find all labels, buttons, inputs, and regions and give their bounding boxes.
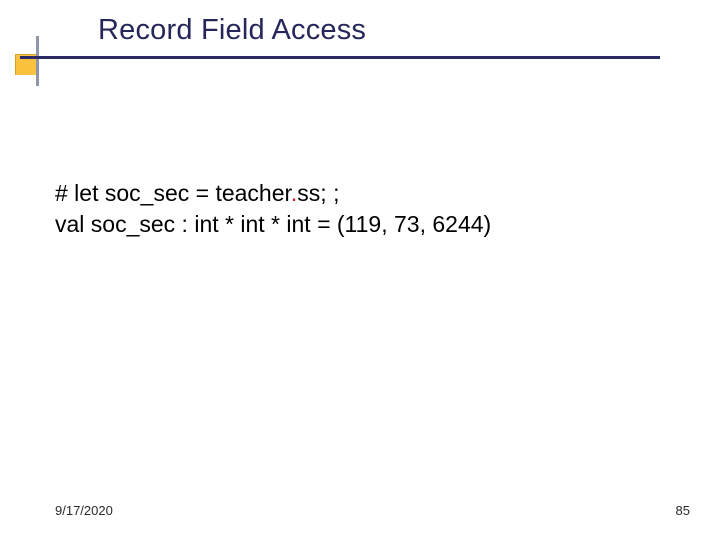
code-line-1-after-dot: ss; ; bbox=[297, 180, 339, 206]
footer-date: 9/17/2020 bbox=[55, 503, 113, 518]
decor-horizontal-bar bbox=[20, 56, 660, 59]
code-block: # let soc_sec = teacher.ss; ; val soc_se… bbox=[55, 178, 680, 240]
footer-page-number: 85 bbox=[676, 503, 690, 518]
slide: Record Field Access # let soc_sec = teac… bbox=[0, 0, 720, 540]
decor-vertical-bar bbox=[36, 36, 39, 86]
code-line-2: val soc_sec : int * int * int = (119, 73… bbox=[55, 209, 680, 240]
slide-title: Record Field Access bbox=[98, 14, 366, 47]
code-line-1: # let soc_sec = teacher.ss; ; bbox=[55, 178, 680, 209]
code-line-1-before-dot: # let soc_sec = teacher bbox=[55, 180, 291, 206]
